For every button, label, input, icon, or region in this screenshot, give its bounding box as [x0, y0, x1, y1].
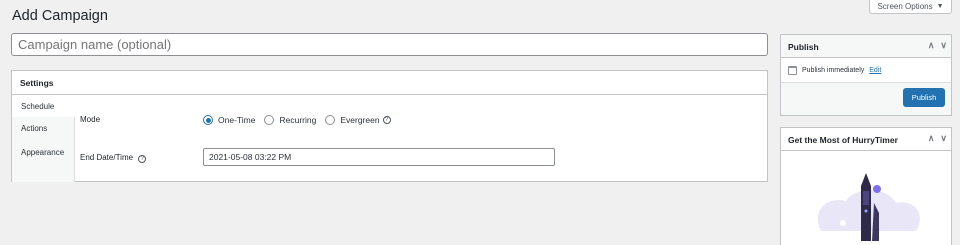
mode-radio-group: One-Time Recurring Evergreen ? — [203, 115, 400, 125]
end-date-label: End Date/Time ? — [80, 153, 147, 163]
help-icon[interactable]: ? — [382, 116, 391, 124]
mode-label: Mode — [80, 115, 101, 124]
promo-title: Get the Most of HurryTimer — [788, 135, 898, 145]
settings-title: Settings — [12, 71, 767, 95]
screen-options-button[interactable]: Screen Options ▼ — [869, 0, 952, 14]
tab-schedule[interactable]: Schedule — [12, 95, 75, 117]
mode-one-time-label: One-Time — [218, 115, 256, 125]
move-up-icon[interactable]: ∧ — [928, 40, 935, 51]
publish-status-text: Publish immediately — [802, 66, 865, 74]
move-up-icon[interactable]: ∧ — [928, 133, 935, 144]
publish-header: Publish ∧ ∨ — [781, 35, 951, 58]
mode-recurring-radio[interactable]: Recurring — [264, 115, 316, 125]
tab-appearance[interactable]: Appearance — [12, 141, 74, 165]
promo-header: Get the Most of HurryTimer ∧ ∨ — [781, 128, 951, 151]
collapse-icon[interactable]: ∨ — [940, 133, 947, 144]
mode-recurring-label: Recurring — [279, 115, 317, 125]
mode-evergreen-label: Evergreen — [340, 115, 380, 125]
edit-publish-link[interactable]: Edit — [869, 67, 881, 74]
campaign-name-input[interactable] — [11, 33, 768, 56]
mode-one-time-radio[interactable]: One-Time — [203, 115, 255, 125]
end-date-input[interactable] — [203, 148, 555, 166]
page-title: Add Campaign — [12, 8, 108, 24]
help-icon[interactable]: ? — [138, 155, 147, 163]
settings-panel: Settings Schedule Actions Appearance Mod… — [11, 70, 768, 182]
radio-checked-icon — [203, 115, 213, 125]
mode-evergreen-radio[interactable]: Evergreen ? — [325, 115, 391, 125]
calendar-icon — [788, 65, 797, 75]
publish-title: Publish — [788, 42, 819, 52]
settings-tabs: Schedule Actions Appearance — [12, 95, 75, 182]
screen-options-label: Screen Options — [877, 1, 933, 11]
rocket-illustration — [817, 173, 920, 242]
promo-panel: Get the Most of HurryTimer ∧ ∨ — [780, 127, 952, 245]
collapse-icon[interactable]: ∨ — [940, 40, 947, 51]
publish-button[interactable]: Publish — [903, 88, 945, 107]
radio-unchecked-icon — [264, 115, 275, 125]
publish-status: Publish immediately Edit — [781, 58, 951, 83]
tab-actions[interactable]: Actions — [12, 117, 74, 141]
caret-down-icon: ▼ — [936, 2, 944, 10]
radio-unchecked-icon — [325, 115, 336, 125]
end-date-label-text: End Date/Time — [80, 153, 134, 162]
publish-panel: Publish ∧ ∨ Publish immediately Edit Pub… — [780, 34, 952, 116]
